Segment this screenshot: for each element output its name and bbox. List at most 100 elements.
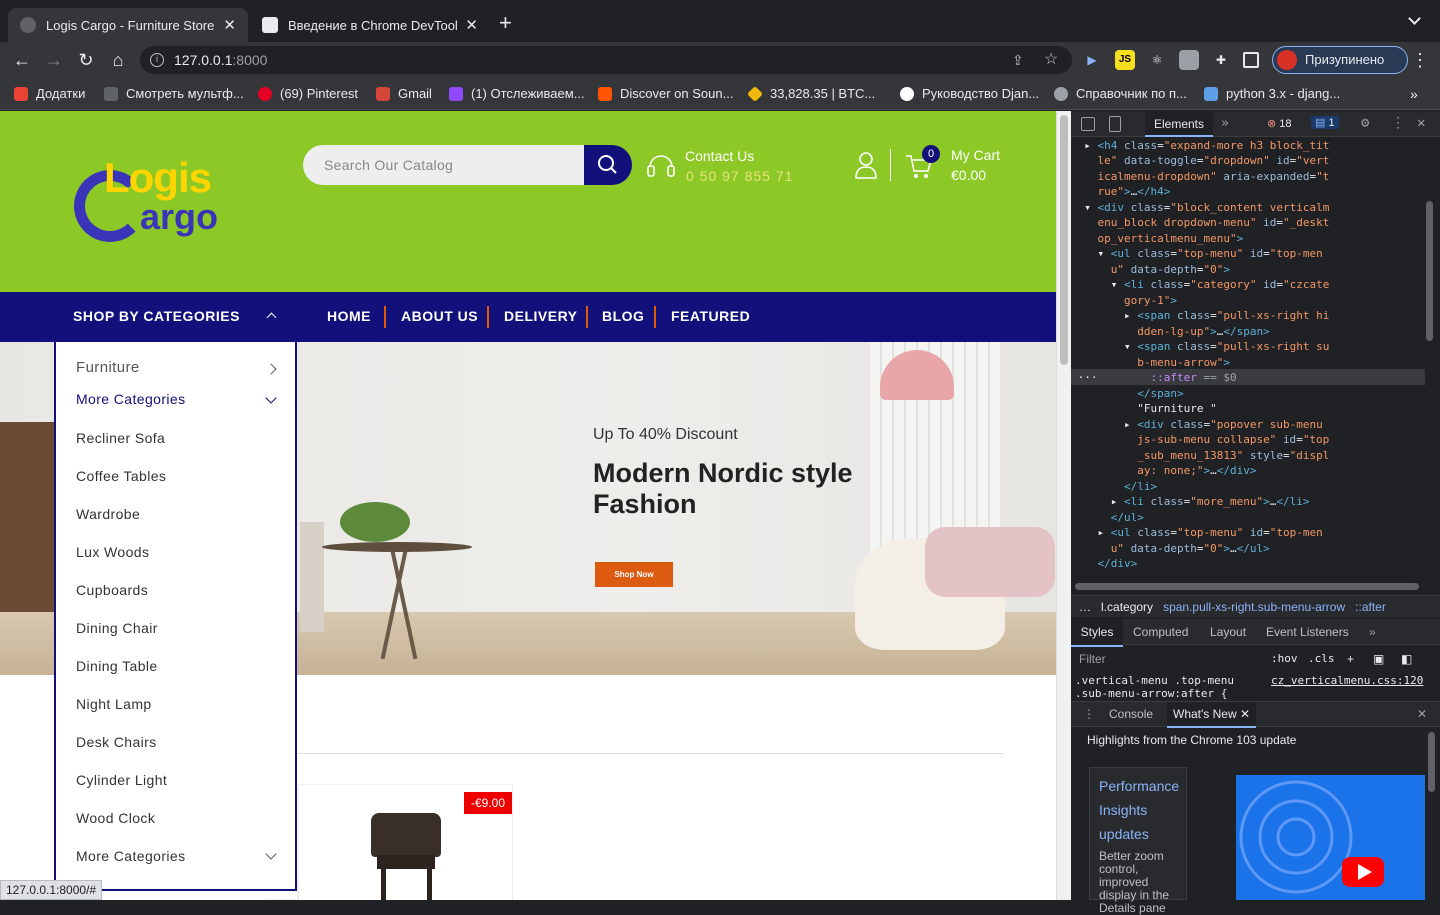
category-wardrobe[interactable]: Wardrobe (76, 506, 140, 522)
shop-now-button[interactable]: Shop Now (595, 562, 673, 587)
tab-search-chevron-icon[interactable] (1408, 12, 1421, 25)
hov-toggle[interactable]: :hov (1271, 647, 1298, 671)
tab-event-listeners[interactable]: Event Listeners (1266, 619, 1349, 645)
bookmark-btc[interactable]: 33,828.35 | BTC... (747, 85, 875, 102)
category-more-top[interactable]: More Categories (76, 391, 186, 407)
category-coffee-tables[interactable]: Coffee Tables (76, 468, 166, 484)
card-title[interactable]: Performance Insights updates (1099, 774, 1179, 846)
sidebar-toggle-icon[interactable]: ◧ (1401, 647, 1412, 671)
chevron-right-icon[interactable] (265, 363, 277, 375)
close-drawer-icon[interactable]: ✕ (1417, 702, 1427, 726)
new-tab-button[interactable]: + (499, 10, 512, 36)
breadcrumb-item[interactable]: l.category (1101, 600, 1153, 614)
more-tabs-icon[interactable]: » (1221, 116, 1229, 131)
bookmark-apps[interactable]: Додатки (14, 86, 85, 101)
bookmark-django[interactable]: Руководство Djan... (900, 86, 1039, 101)
tab-elements[interactable]: Elements (1145, 111, 1213, 137)
extension-icon[interactable] (1179, 50, 1199, 70)
bookmark-star-icon[interactable]: ☆ (1044, 46, 1058, 74)
category-dining-table[interactable]: Dining Table (76, 658, 158, 674)
puzzle-icon[interactable]: ✚ (1211, 50, 1231, 70)
tab-whats-new[interactable]: What's New ✕ (1167, 702, 1257, 728)
bookmark-python[interactable]: python 3.x - djang... (1204, 86, 1340, 101)
bookmark-pinterest[interactable]: (69) Pinterest (258, 86, 358, 101)
inspect-icon[interactable] (1081, 117, 1095, 131)
page-scrollbar[interactable] (1056, 111, 1071, 900)
search-button[interactable] (584, 145, 632, 185)
nav-featured[interactable]: FEATURED (671, 308, 750, 324)
drawer-scrollbar[interactable] (1428, 732, 1435, 792)
breadcrumb-item[interactable]: span.pull-xs-right.sub-menu-arrow (1163, 600, 1345, 614)
play-extension-icon[interactable]: ▶ (1082, 50, 1102, 70)
cart-label[interactable]: My Cart (951, 147, 1000, 163)
bookmark-cartoons[interactable]: Смотреть мультф... (104, 86, 244, 101)
tab-layout[interactable]: Layout (1210, 619, 1246, 645)
home-icon[interactable]: ⌂ (106, 48, 130, 72)
category-wood-clock[interactable]: Wood Clock (76, 810, 155, 826)
whats-new-card[interactable]: Performance Insights updates Better zoom… (1089, 767, 1187, 915)
category-cylinder-light[interactable]: Cylinder Light (76, 772, 167, 788)
tab-logis-cargo[interactable]: Logis Cargo - Furniture Store ✕ (8, 8, 248, 42)
cls-toggle[interactable]: .cls (1308, 647, 1335, 671)
dom-line[interactable]: ▾ <span class="pull-xs-right su (1071, 339, 1329, 355)
bookmark-reference[interactable]: Справочник по п... (1054, 86, 1187, 101)
breadcrumb-more[interactable]: … (1079, 600, 1091, 614)
close-tab-icon[interactable]: ✕ (223, 16, 236, 34)
side-panel-icon[interactable] (1243, 52, 1259, 68)
close-tab-icon[interactable]: ✕ (1240, 707, 1250, 721)
category-desk-chairs[interactable]: Desk Chairs (76, 734, 157, 750)
elements-vscrollbar[interactable] (1426, 201, 1433, 341)
video-thumbnail[interactable] (1236, 775, 1425, 900)
breadcrumb-item[interactable]: ::after (1355, 600, 1386, 614)
site-info-icon[interactable]: i (150, 53, 164, 67)
css-source-link[interactable]: cz_verticalmenu.css:120 (1271, 674, 1423, 687)
share-icon[interactable]: ⇪ (1012, 46, 1024, 74)
dom-line[interactable]: ▸ <span class="pull-xs-right hi (1071, 308, 1329, 324)
logo[interactable]: Logis argo (74, 154, 294, 256)
bookmark-twitch[interactable]: (1) Отслеживаем... (449, 86, 585, 101)
bookmark-gmail[interactable]: Gmail (376, 86, 432, 101)
dom-line[interactable]: ▸ <div class="popover sub-menu (1071, 417, 1323, 433)
new-rule-icon[interactable]: + (1347, 647, 1354, 671)
close-devtools-icon[interactable]: ✕ (1417, 115, 1425, 131)
device-toolbar-icon[interactable] (1109, 116, 1121, 132)
dom-line[interactable]: ▾ <li class="category" id="czcate (1071, 277, 1330, 293)
category-recliner-sofa[interactable]: Recliner Sofa (76, 430, 165, 446)
nav-delivery[interactable]: DELIVERY (504, 308, 578, 324)
dom-line[interactable]: ▸ <li class="more_menu">…</li> (1071, 494, 1310, 510)
dom-line[interactable]: ▸ <h4 class="expand-more h3 block_tit (1071, 138, 1329, 154)
dom-line[interactable]: ▾ <div class="block_content verticalm (1071, 200, 1329, 216)
more-tabs-icon[interactable]: » (1369, 619, 1376, 645)
address-bar[interactable]: i 127.0.0.1:8000 ⇪ ☆ (140, 46, 1072, 74)
contact-phone[interactable]: 0 50 97 855 71 (686, 168, 793, 184)
category-lux-woods[interactable]: Lux Woods (76, 544, 149, 560)
react-extension-icon[interactable]: ⚛ (1147, 50, 1167, 70)
profile-button[interactable]: Призупинено (1272, 46, 1408, 74)
category-cupboards[interactable]: Cupboards (76, 582, 148, 598)
back-icon[interactable]: ← (10, 48, 34, 72)
tab-computed[interactable]: Computed (1133, 619, 1188, 645)
close-tab-icon[interactable]: ✕ (465, 16, 478, 34)
chevron-down-icon[interactable] (265, 392, 277, 404)
nav-home[interactable]: HOME (327, 308, 371, 324)
contact-label[interactable]: Contact Us (685, 148, 754, 164)
scrollbar-thumb[interactable] (1060, 115, 1068, 365)
settings-gear-icon[interactable]: ⚙ (1361, 115, 1369, 131)
category-furniture[interactable]: Furniture (76, 359, 140, 376)
nav-about-us[interactable]: ABOUT US (401, 308, 478, 324)
chevron-up-icon[interactable] (266, 312, 277, 323)
kebab-icon[interactable]: ⋮ (1391, 115, 1405, 131)
tab-console[interactable]: Console (1109, 702, 1153, 726)
message-counter[interactable]: ▤ 1 (1311, 116, 1339, 129)
bookmark-soundcloud[interactable]: Discover on Soun... (598, 86, 733, 101)
error-counter[interactable]: ⊗ 18 (1267, 117, 1292, 130)
paint-icon[interactable]: ▣ (1373, 647, 1384, 671)
nav-blog[interactable]: BLOG (602, 308, 644, 324)
tab-devtools-intro[interactable]: Введение в Chrome DevTools. ✕ (250, 8, 490, 42)
category-more-bottom[interactable]: More Categories (76, 848, 186, 864)
chevron-down-icon[interactable] (265, 848, 277, 860)
dom-line-selected[interactable]: ··· ::after == $0 (1071, 370, 1237, 386)
filter-input[interactable]: Filter (1079, 652, 1106, 666)
user-icon[interactable] (853, 149, 879, 181)
dom-line[interactable]: ▾ <ul class="top-menu" id="top-men (1071, 246, 1322, 262)
